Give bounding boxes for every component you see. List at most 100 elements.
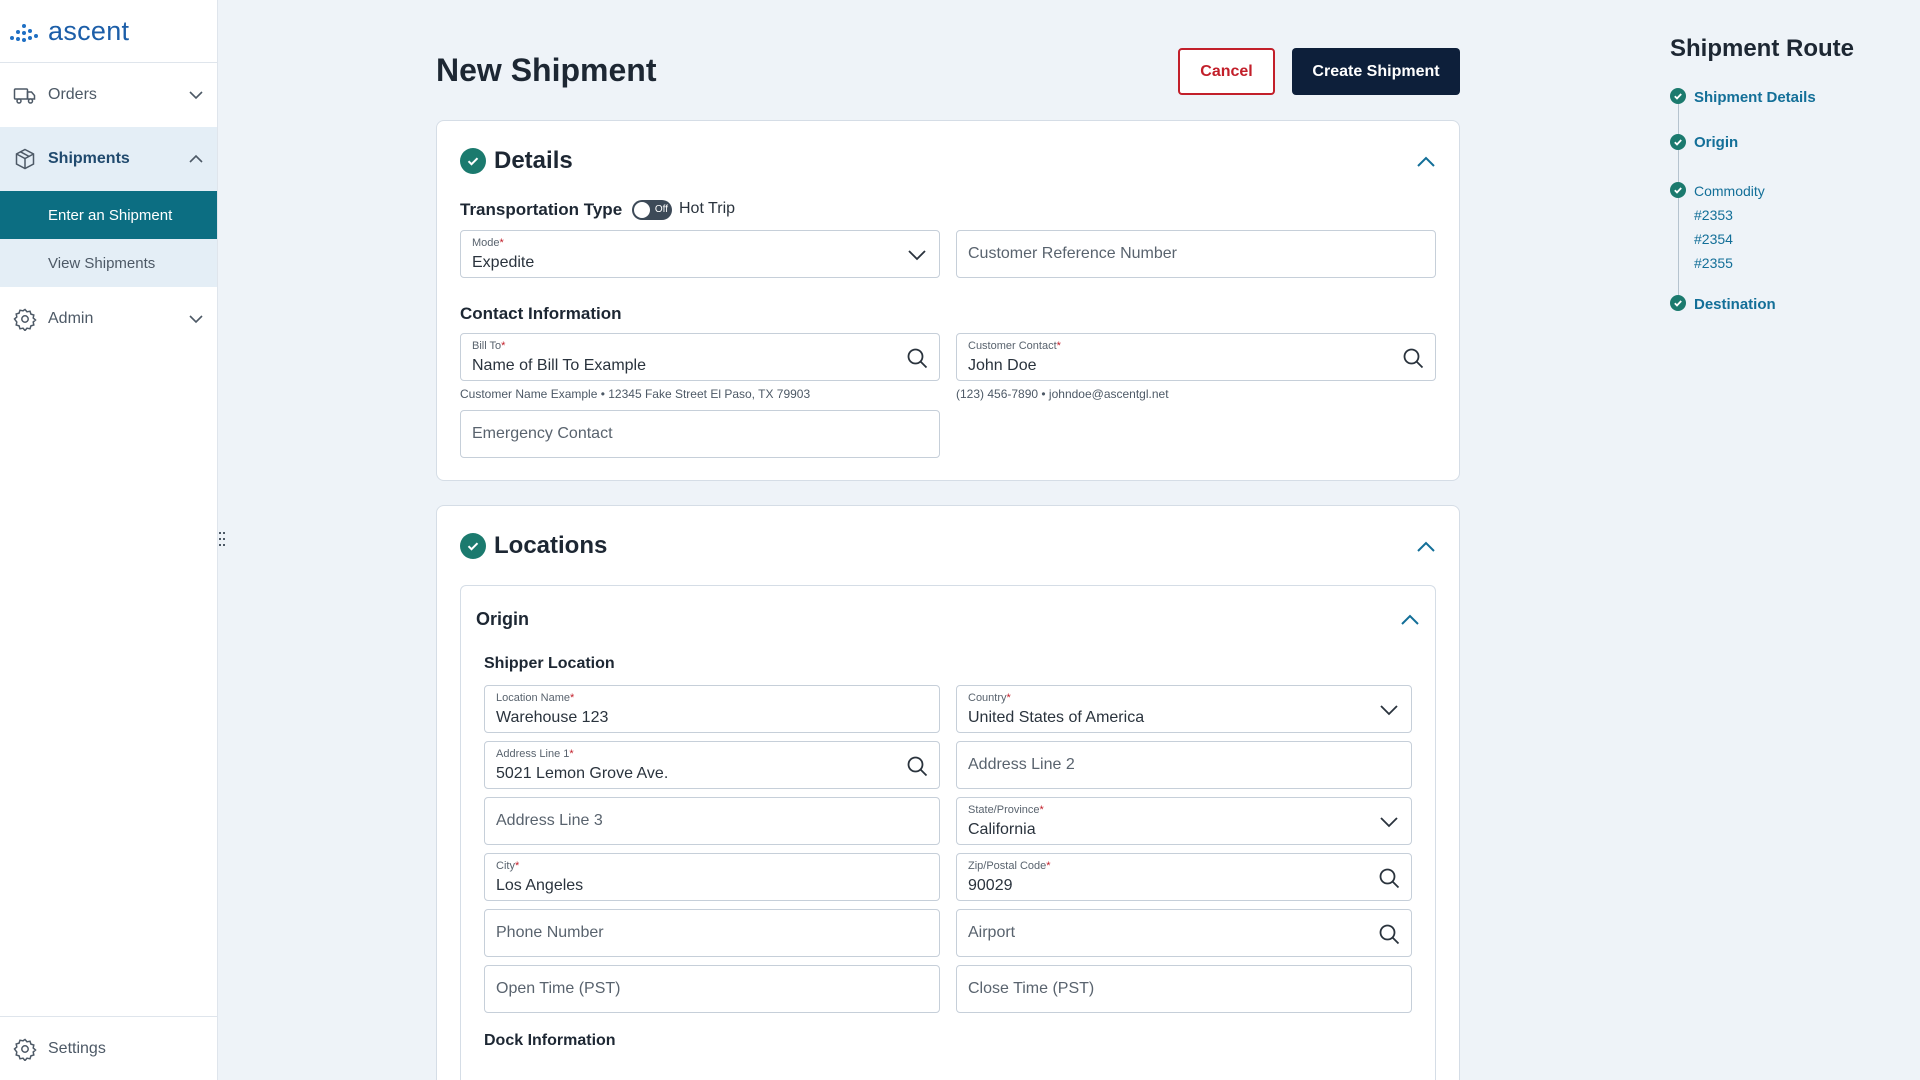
sidebar-item-admin[interactable]: Admin bbox=[0, 287, 217, 351]
city-label: City bbox=[496, 860, 515, 872]
customer-reference-input[interactable]: Customer Reference Number bbox=[956, 230, 1436, 278]
toggle-knob bbox=[634, 202, 650, 218]
country-value: United States of America bbox=[968, 709, 1145, 726]
shipment-route-title: Shipment Route bbox=[1670, 35, 1854, 62]
sidebar: ascent Orders Shipments Enter an Shipmen… bbox=[0, 0, 218, 1080]
settings-label: Settings bbox=[48, 1039, 106, 1057]
customer-contact-label: Customer Contact bbox=[968, 340, 1057, 352]
search-icon[interactable] bbox=[1401, 346, 1425, 370]
close-time-input[interactable]: Close Time (PST) bbox=[956, 965, 1412, 1013]
check-circle-icon bbox=[460, 148, 486, 174]
mode-value: Expedite bbox=[472, 254, 535, 271]
location-name-input[interactable]: Location Name* Warehouse 123 bbox=[484, 685, 940, 733]
transportation-type-label: Transportation Type bbox=[460, 200, 623, 219]
chevron-down-icon bbox=[1380, 817, 1398, 828]
dock-information-title: Dock Information bbox=[484, 1032, 616, 1049]
check-circle-icon bbox=[1670, 134, 1686, 150]
chevron-down-icon[interactable] bbox=[187, 310, 205, 328]
sidebar-item-shipments[interactable]: Shipments bbox=[0, 127, 217, 191]
country-select[interactable]: Country* United States of America bbox=[956, 685, 1412, 733]
locations-header: Locations bbox=[460, 532, 607, 560]
route-link-commodity-item[interactable]: #2353 bbox=[1694, 207, 1733, 223]
ascent-logo-icon bbox=[10, 20, 42, 42]
sidebar-item-settings[interactable]: Settings bbox=[0, 1016, 218, 1080]
cancel-button[interactable]: Cancel bbox=[1178, 48, 1275, 95]
logo[interactable]: ascent bbox=[0, 0, 217, 63]
mode-label: Mode bbox=[472, 237, 500, 249]
phone-number-placeholder: Phone Number bbox=[496, 924, 604, 941]
details-title: Details bbox=[494, 147, 573, 174]
state-select[interactable]: State/Province* California bbox=[956, 797, 1412, 845]
route-link-commodity-item[interactable]: #2354 bbox=[1694, 231, 1733, 247]
sidebar-item-label: Admin bbox=[48, 310, 94, 327]
open-time-placeholder: Open Time (PST) bbox=[496, 980, 621, 997]
route-link-origin[interactable]: Origin bbox=[1694, 134, 1738, 151]
address-line-1-value: 5021 Lemon Grove Ave. bbox=[496, 765, 669, 782]
search-icon[interactable] bbox=[1377, 866, 1401, 890]
chevron-up-icon[interactable] bbox=[1399, 609, 1421, 631]
airport-input[interactable]: Airport bbox=[956, 909, 1412, 957]
country-label: Country bbox=[968, 692, 1007, 704]
hot-trip-toggle[interactable]: Off bbox=[632, 200, 672, 220]
address-line-1-label: Address Line 1 bbox=[496, 748, 570, 760]
chevron-down-icon[interactable] bbox=[187, 86, 205, 104]
mode-select[interactable]: Mode* Expedite bbox=[460, 230, 940, 278]
state-label: State/Province bbox=[968, 804, 1040, 816]
emergency-contact-placeholder: Emergency Contact bbox=[472, 425, 613, 442]
check-circle-icon bbox=[1670, 88, 1686, 104]
phone-number-input[interactable]: Phone Number bbox=[484, 909, 940, 957]
emergency-contact-input[interactable]: Emergency Contact bbox=[460, 410, 940, 458]
route-link-commodity-item[interactable]: #2355 bbox=[1694, 255, 1733, 271]
chevron-up-icon[interactable] bbox=[1415, 536, 1437, 558]
zip-value: 90029 bbox=[968, 877, 1013, 894]
sidebar-item-label: Shipments bbox=[48, 150, 130, 167]
check-circle-icon bbox=[1670, 182, 1686, 198]
route-link-commodity[interactable]: Commodity bbox=[1694, 183, 1765, 199]
route-link-shipment-details[interactable]: Shipment Details bbox=[1694, 89, 1816, 106]
address-line-1-input[interactable]: Address Line 1* 5021 Lemon Grove Ave. bbox=[484, 741, 940, 789]
location-name-value: Warehouse 123 bbox=[496, 709, 609, 726]
logo-text: ascent bbox=[48, 15, 130, 46]
search-icon[interactable] bbox=[1377, 922, 1401, 946]
customer-reference-placeholder: Customer Reference Number bbox=[968, 245, 1177, 262]
toggle-state-text: Off bbox=[654, 204, 668, 215]
chevron-up-icon[interactable] bbox=[1415, 151, 1437, 173]
sidebar-item-orders[interactable]: Orders bbox=[0, 63, 217, 127]
address-line-3-input[interactable]: Address Line 3 bbox=[484, 797, 940, 845]
bill-to-label: Bill To bbox=[472, 340, 502, 352]
address-line-2-input[interactable]: Address Line 2 bbox=[956, 741, 1412, 789]
bill-to-helper: Customer Name Example • 12345 Fake Stree… bbox=[460, 387, 811, 401]
route-link-destination[interactable]: Destination bbox=[1694, 296, 1776, 313]
details-header: Details bbox=[460, 147, 573, 175]
city-value: Los Angeles bbox=[496, 877, 584, 894]
location-name-label: Location Name bbox=[496, 692, 570, 704]
state-value: California bbox=[968, 821, 1036, 838]
gear-icon bbox=[12, 306, 38, 332]
create-shipment-button[interactable]: Create Shipment bbox=[1292, 48, 1460, 95]
shipper-location-title: Shipper Location bbox=[484, 655, 615, 672]
origin-title: Origin bbox=[476, 609, 529, 629]
zip-input[interactable]: Zip/Postal Code* 90029 bbox=[956, 853, 1412, 901]
customer-contact-input[interactable]: Customer Contact* John Doe bbox=[956, 333, 1436, 381]
package-icon bbox=[12, 146, 38, 172]
customer-contact-helper: (123) 456-7890 • johndoe@ascentgl.net bbox=[956, 387, 1169, 401]
sidebar-subitem-view-shipments[interactable]: View Shipments bbox=[0, 239, 217, 287]
search-icon[interactable] bbox=[905, 754, 929, 778]
sidebar-resize-handle[interactable] bbox=[219, 532, 227, 548]
check-circle-icon bbox=[460, 533, 486, 559]
sidebar-subitem-enter-shipment[interactable]: Enter an Shipment bbox=[0, 191, 217, 239]
gear-icon bbox=[12, 1036, 38, 1062]
zip-label: Zip/Postal Code bbox=[968, 860, 1047, 872]
bill-to-value: Name of Bill To Example bbox=[472, 357, 646, 374]
locations-title: Locations bbox=[494, 532, 608, 559]
airport-placeholder: Airport bbox=[968, 924, 1016, 941]
customer-contact-value: John Doe bbox=[968, 357, 1037, 374]
chevron-down-icon bbox=[908, 250, 926, 261]
open-time-input[interactable]: Open Time (PST) bbox=[484, 965, 940, 1013]
address-line-2-placeholder: Address Line 2 bbox=[968, 756, 1075, 773]
bill-to-input[interactable]: Bill To* Name of Bill To Example bbox=[460, 333, 940, 381]
city-input[interactable]: City* Los Angeles bbox=[484, 853, 940, 901]
search-icon[interactable] bbox=[905, 346, 929, 370]
chevron-down-icon bbox=[1380, 705, 1398, 716]
chevron-up-icon[interactable] bbox=[187, 150, 205, 168]
